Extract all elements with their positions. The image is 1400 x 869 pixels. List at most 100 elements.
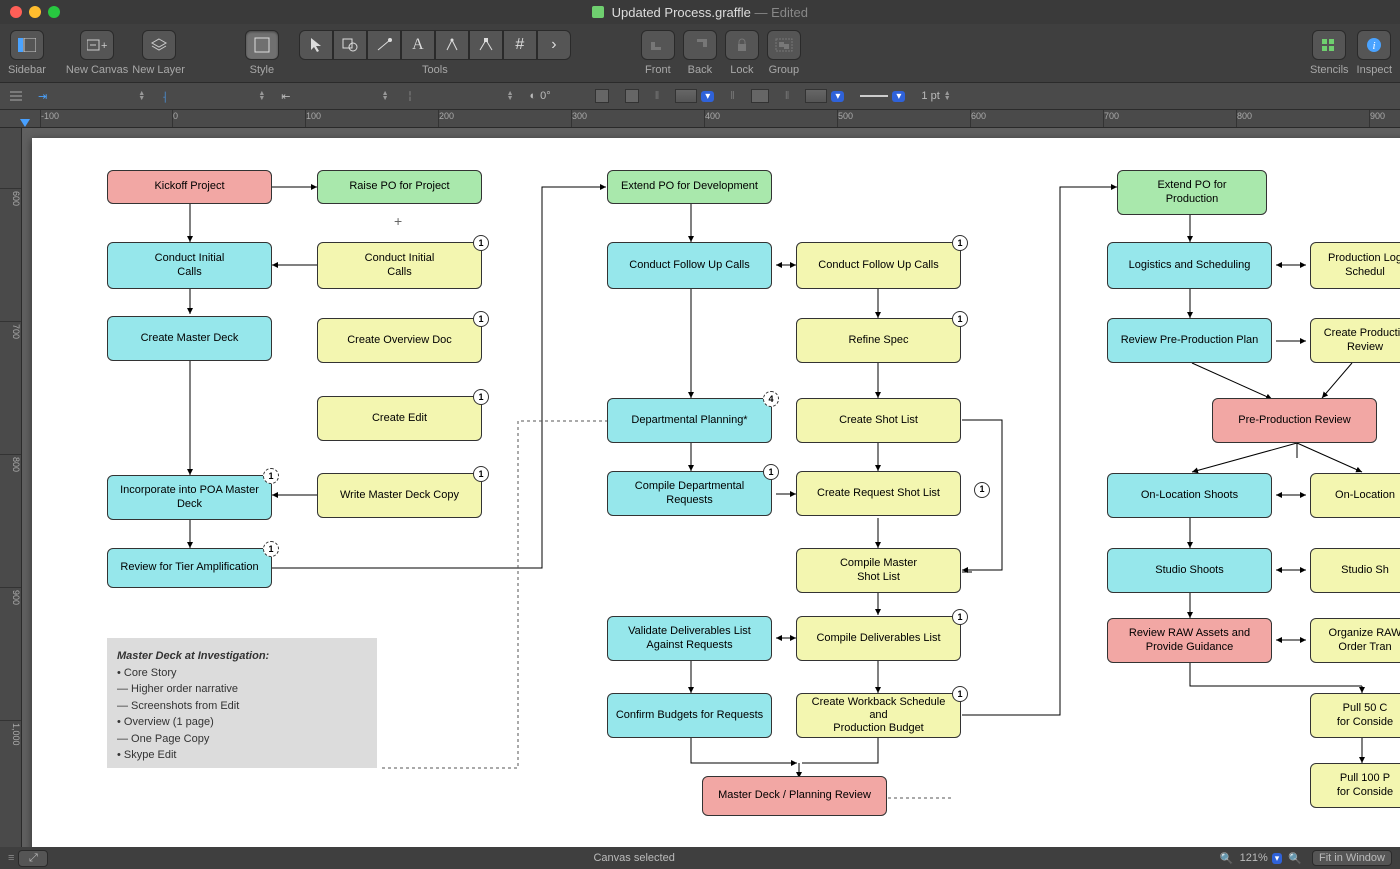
fit-window-button[interactable]: Fit in Window	[1312, 850, 1392, 866]
node-organize-raw[interactable]: Organize RAW Order Tran	[1310, 618, 1400, 663]
opt-stroke-color[interactable]: ▾	[801, 89, 848, 103]
vertical-ruler[interactable]: 600 700 800 900 1,000	[0, 128, 22, 847]
opt-lineheight[interactable]: ￤	[401, 88, 420, 104]
node-studio-blue[interactable]: Studio Shoots	[1107, 548, 1272, 593]
node-compile-master-shot[interactable]: Compile Master Shot List	[796, 548, 961, 593]
opt-field-2[interactable]: ▲▼	[179, 91, 269, 101]
node-create-req-shotlist[interactable]: Create Request Shot List1	[796, 471, 961, 516]
inspect-button[interactable]: i	[1357, 30, 1391, 60]
opt-flip-v[interactable]	[621, 89, 643, 103]
bring-front-button[interactable]	[641, 30, 675, 60]
stencils-button[interactable]	[1312, 30, 1346, 60]
tool-more[interactable]: ›	[537, 30, 571, 60]
toggle-sidebar-button[interactable]	[10, 30, 44, 60]
ruler-playhead[interactable]	[20, 119, 30, 127]
badge: 1	[763, 464, 779, 480]
document-title: Updated Process.graffle — Edited	[0, 5, 1400, 20]
lock-button[interactable]	[725, 30, 759, 60]
tool-select[interactable]	[299, 30, 333, 60]
new-layer-button[interactable]	[142, 30, 176, 60]
work-area: 600 700 800 900 1,000	[0, 128, 1400, 847]
zoom-menu[interactable]: ▾	[1272, 853, 1283, 864]
badge: 1	[952, 235, 968, 251]
node-create-shotlist[interactable]: Create Shot List	[796, 398, 961, 443]
node-validate-deliv[interactable]: Validate Deliverables List Against Reque…	[607, 616, 772, 661]
status-expand-button[interactable]: ⤢	[18, 850, 48, 867]
back-label: Back	[688, 64, 712, 76]
tool-text[interactable]: A	[401, 30, 435, 60]
tool-shape[interactable]	[333, 30, 367, 60]
new-canvas-button[interactable]: +	[80, 30, 114, 60]
group-button[interactable]	[767, 30, 801, 60]
node-raise-po[interactable]: Raise PO for Project	[317, 170, 482, 204]
opt-field-3[interactable]: ▲▼	[303, 91, 393, 101]
node-review-raw[interactable]: Review RAW Assets and Provide Guidance	[1107, 618, 1272, 663]
node-onlocation-yellow[interactable]: On-Location	[1310, 473, 1400, 518]
node-create-edit[interactable]: Create Edit1	[317, 396, 482, 441]
ruler-tick: 800	[1236, 110, 1252, 127]
node-master-review[interactable]: Master Deck / Planning Review	[702, 776, 887, 816]
node-conduct-initial-yellow[interactable]: Conduct Initial Calls1	[317, 242, 482, 289]
node-refine-spec[interactable]: Refine Spec1	[796, 318, 961, 363]
node-followup-yellow[interactable]: Conduct Follow Up Calls1	[796, 242, 961, 289]
group-group: Group	[767, 30, 801, 76]
node-logistics[interactable]: Logistics and Scheduling	[1107, 242, 1272, 289]
opt-stroke-width[interactable]: 1 pt ▲▼	[917, 90, 954, 102]
node-create-workback[interactable]: Create Workback Schedule and Production …	[796, 693, 961, 738]
stroke-color-menu[interactable]: ▾	[831, 91, 844, 102]
fill-menu[interactable]: ▾	[701, 91, 714, 102]
node-compile-dept-req[interactable]: Compile Departmental Requests1	[607, 471, 772, 516]
tool-line[interactable]	[367, 30, 401, 60]
tool-point[interactable]	[469, 30, 503, 60]
style-button[interactable]	[245, 30, 279, 60]
opt-flip-h[interactable]	[591, 89, 613, 103]
note-line: • Core Story	[117, 665, 367, 682]
zoom-out-button[interactable]: 🔍	[1220, 852, 1234, 865]
node-create-master-deck[interactable]: Create Master Deck	[107, 316, 272, 361]
node-extend-prod[interactable]: Extend PO for Production	[1117, 170, 1267, 215]
node-review-tier[interactable]: Review for Tier Amplification1	[107, 548, 272, 588]
opt-shadow[interactable]	[747, 89, 773, 103]
back-icon	[691, 38, 709, 52]
node-review-preprod[interactable]: Review Pre-Production Plan	[1107, 318, 1272, 363]
opt-stroke-style[interactable]: ▾	[856, 91, 909, 102]
opt-field-1[interactable]: ▲▼	[59, 91, 149, 101]
node-create-overview[interactable]: Create Overview Doc1	[317, 318, 482, 363]
ruler-tick: 1,000	[0, 720, 21, 746]
add-handle[interactable]: +	[394, 213, 402, 229]
opt-list-icon[interactable]	[6, 90, 26, 102]
node-confirm-budgets[interactable]: Confirm Budgets for Requests	[607, 693, 772, 738]
node-extend-dev[interactable]: Extend PO for Development	[607, 170, 772, 204]
send-back-button[interactable]	[683, 30, 717, 60]
node-compile-deliv[interactable]: Compile Deliverables List1	[796, 616, 961, 661]
note-line: — One Page Copy	[117, 731, 367, 748]
node-prod-log-sched[interactable]: Production Log Schedul	[1310, 242, 1400, 289]
opt-indent-icon[interactable]: ⸡	[157, 89, 171, 104]
node-incorporate-poa[interactable]: Incorporate into POA Master Deck1	[107, 475, 272, 520]
node-studio-yellow[interactable]: Studio Sh	[1310, 548, 1400, 593]
opt-rotation[interactable]: ◐ 0°	[526, 90, 555, 102]
node-onlocation-blue[interactable]: On-Location Shoots	[1107, 473, 1272, 518]
stroke-style-menu[interactable]: ▾	[892, 91, 905, 102]
note-master-deck[interactable]: Master Deck at Investigation: • Core Sto…	[107, 638, 377, 768]
node-pull-50[interactable]: Pull 50 C for Conside	[1310, 693, 1400, 738]
canvas-page[interactable]: Kickoff Project Conduct Initial Calls Cr…	[32, 138, 1400, 847]
zoom-in-button[interactable]: 🔍	[1288, 852, 1302, 865]
canvas-viewport[interactable]: Kickoff Project Conduct Initial Calls Cr…	[22, 128, 1400, 847]
node-pull-100[interactable]: Pull 100 P for Conside	[1310, 763, 1400, 808]
node-write-master-copy[interactable]: Write Master Deck Copy1	[317, 473, 482, 518]
horizontal-ruler[interactable]: -100 0 100 200 300 400 500 600 700 800 9…	[0, 110, 1400, 128]
node-conduct-initial-blue[interactable]: Conduct Initial Calls	[107, 242, 272, 289]
tool-pen[interactable]	[435, 30, 469, 60]
opt-tab-left[interactable]: ⇥	[34, 90, 51, 103]
node-followup-blue[interactable]: Conduct Follow Up Calls	[607, 242, 772, 289]
node-create-prod-review[interactable]: Create Productio Review	[1310, 318, 1400, 363]
node-kickoff[interactable]: Kickoff Project	[107, 170, 272, 204]
status-handle-icon[interactable]: ≡	[8, 852, 14, 864]
opt-fill[interactable]: ▾	[671, 89, 718, 103]
opt-tab-right[interactable]: ⇤	[277, 90, 294, 103]
opt-field-4[interactable]: ▲▼	[428, 91, 518, 101]
node-preprod-review[interactable]: Pre-Production Review	[1212, 398, 1377, 443]
tool-crop[interactable]: #	[503, 30, 537, 60]
node-dept-planning[interactable]: Departmental Planning*4	[607, 398, 772, 443]
